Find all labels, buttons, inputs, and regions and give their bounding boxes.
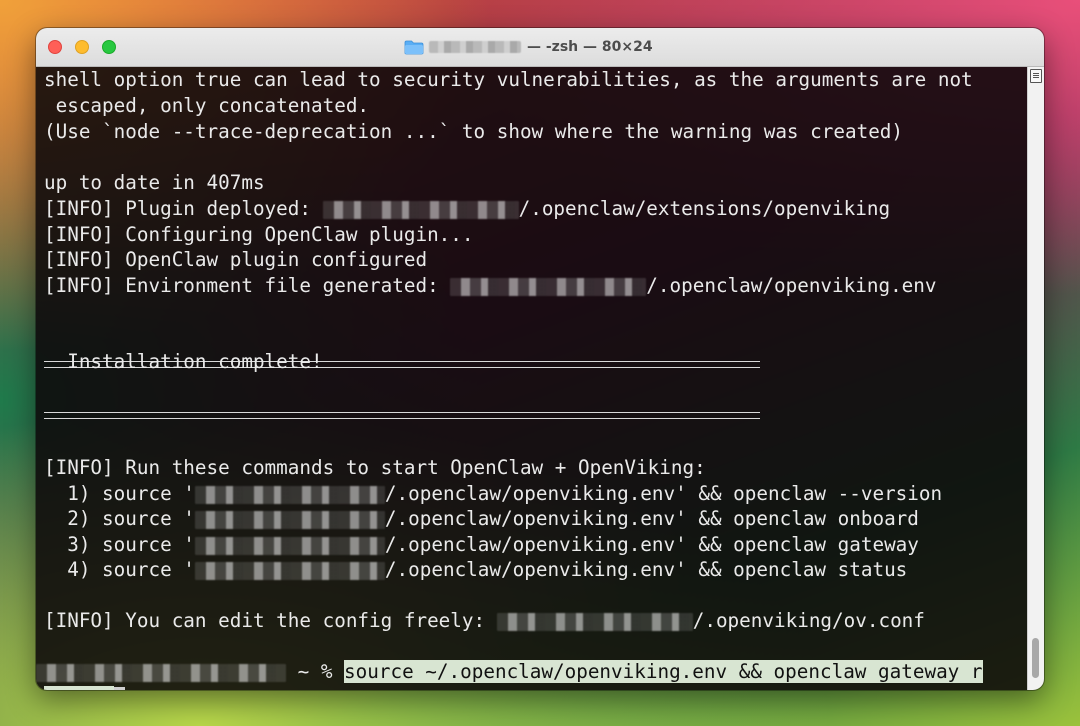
redacted-path [450,278,647,296]
output-text: [INFO] Environment file generated: [44,274,451,297]
terminal-window: — -zsh — 80×24 shell option true can lea… [36,28,1044,690]
output-text: /.openclaw/openviking.env' && openclaw o… [384,507,919,530]
redacted-path [194,486,385,504]
output-line: [INFO] Plugin deployed: /.openclaw/exten… [44,196,890,222]
window-title-text: — -zsh — 80×24 [527,39,653,55]
prompt-line[interactable]: ~ % source ~/.openclaw/openviking.env &&… [36,659,983,685]
selected-command-text[interactable]: estart [44,686,114,690]
output-text: /.openclaw/openviking.env' && openclaw -… [384,482,943,505]
output-text: 2) source ' [44,507,195,530]
minimize-window-button[interactable] [75,40,89,54]
output-line: [INFO] Configuring OpenClaw plugin... [44,223,474,246]
output-line: (Use `node --trace-deprecation ...` to s… [44,120,904,143]
output-text: 3) source ' [44,533,195,556]
output-text: /.openviking/ov.conf [692,609,925,632]
separator-line [44,412,760,419]
prompt-line-wrap[interactable]: estart [44,685,125,690]
output-line: [INFO] Environment file generated: /.ope… [44,273,937,299]
window-title: — -zsh — 80×24 [404,37,653,57]
scrollbar[interactable] [1027,67,1044,690]
redacted-path [322,201,519,219]
scrollbar-thumb[interactable] [1032,638,1039,678]
command-line-1: 1) source ' /.openclaw/openviking.env' &&… [44,481,942,507]
redacted-path [194,562,385,580]
output-line: shell option true can lead to security v… [44,68,973,91]
output-text: [INFO] Plugin deployed: [44,197,323,220]
output-text: /.openclaw/openviking.env' && openclaw g… [384,533,919,556]
title-bar[interactable]: — -zsh — 80×24 [36,28,1044,67]
redacted-prompt-host [36,664,286,682]
zoom-window-button[interactable] [102,40,116,54]
redacted-path [496,613,693,631]
text-cursor [113,687,125,690]
close-window-button[interactable] [48,40,62,54]
output-text: /.openclaw/openviking.env' && openclaw s… [384,558,908,581]
output-text: 4) source ' [44,558,195,581]
command-line-2: 2) source ' /.openclaw/openviking.env' &&… [44,506,919,532]
output-text: /.openclaw/extensions/openviking [518,197,891,220]
command-line-3: 3) source ' /.openclaw/openviking.env' &&… [44,532,919,558]
command-line-4: 4) source ' /.openclaw/openviking.env' &&… [44,557,907,583]
output-text: 1) source ' [44,482,195,505]
output-line: [INFO] OpenClaw plugin configured [44,248,428,271]
terminal-output[interactable]: shell option true can lead to security v… [36,67,1028,690]
redacted-path [194,537,385,555]
output-text: [INFO] You can edit the config freely: [44,609,497,632]
selected-command-text[interactable]: source ~/.openclaw/openviking.env && ope… [344,660,983,683]
output-line: [INFO] You can edit the config freely: /… [44,608,925,634]
folder-icon [404,40,424,54]
installation-complete-text: Installation complete! [44,350,323,373]
output-text: /.openclaw/openviking.env [646,274,937,297]
output-line: up to date in 407ms [44,171,265,194]
redacted-username [429,41,521,53]
output-line: escaped, only concatenated. [44,94,370,117]
prompt-symbol: ~ % [286,660,345,683]
output-line: [INFO] Run these commands to start OpenC… [44,456,706,479]
menu-icon[interactable] [1030,69,1042,83]
redacted-path [194,511,385,529]
